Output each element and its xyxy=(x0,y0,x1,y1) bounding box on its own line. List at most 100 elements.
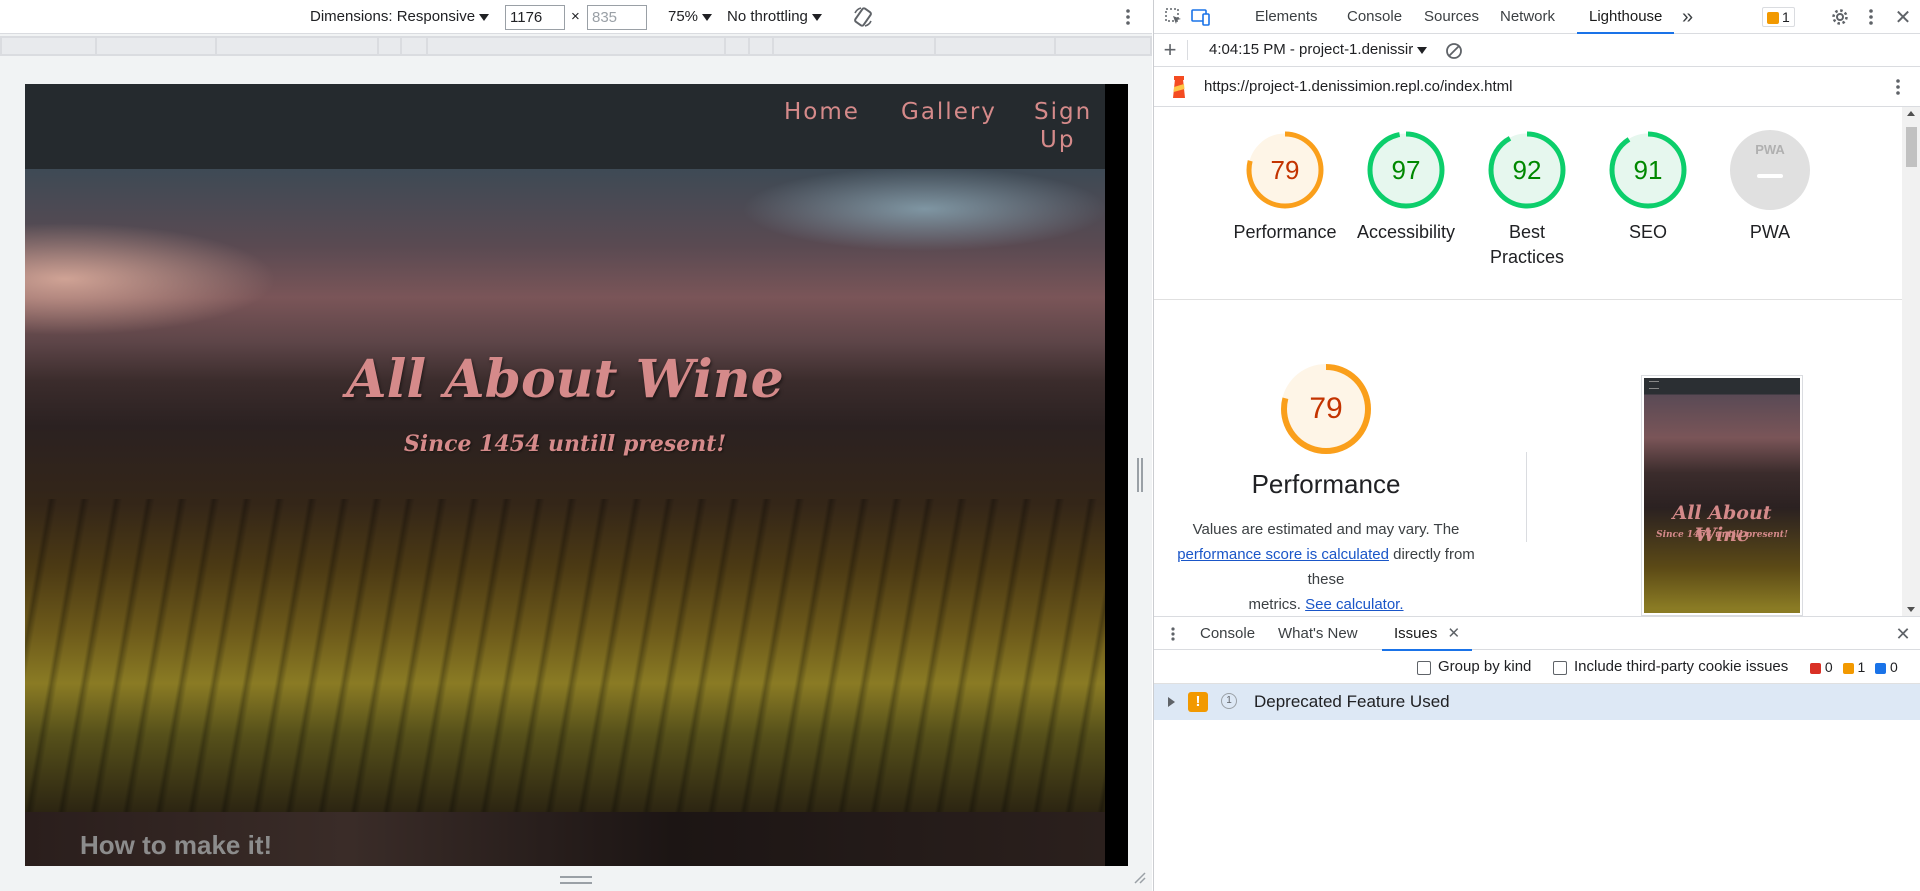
width-input[interactable]: 1176 xyxy=(505,5,565,30)
zoom-dropdown[interactable]: 75% xyxy=(668,0,713,34)
score-label: Best Practices xyxy=(1489,222,1565,267)
perf-text-3: metrics. xyxy=(1248,596,1301,613)
media-query-ruler[interactable] xyxy=(0,36,1152,56)
new-report-plus-icon[interactable]: + xyxy=(1159,37,1181,62)
tab-console[interactable]: Console xyxy=(1347,0,1402,34)
score-label: PWA xyxy=(1749,222,1791,242)
nav-home[interactable]: Home xyxy=(784,98,860,126)
score-value: 91 xyxy=(1633,155,1663,185)
score-value: 97 xyxy=(1391,155,1421,185)
how-to-section: How to make it! xyxy=(25,812,1105,866)
score-gauge-accessibility[interactable]: 97 xyxy=(1366,130,1446,210)
report-scrollbar[interactable] xyxy=(1902,107,1920,616)
report-menu-icon[interactable] xyxy=(1890,75,1906,99)
scroll-up-icon[interactable] xyxy=(1907,111,1915,116)
tab-elements[interactable]: Elements xyxy=(1255,0,1318,34)
ruler-segment[interactable] xyxy=(1056,38,1150,54)
clear-reports-icon[interactable] xyxy=(1443,40,1465,62)
scroll-down-icon[interactable] xyxy=(1907,607,1915,612)
group-by-kind-label: Group by kind xyxy=(1438,658,1532,675)
dimensions-dropdown[interactable]: Dimensions: Responsive xyxy=(310,0,490,34)
performance-gauge-large: 79 xyxy=(1280,363,1372,455)
score-label: Accessibility xyxy=(1356,222,1456,242)
report-selector-label: 4:04:15 PM - project-1.denissir xyxy=(1209,41,1414,58)
group-by-kind-checkbox[interactable] xyxy=(1417,661,1431,675)
report-selector[interactable]: 4:04:15 PM - project-1.denissir xyxy=(1209,34,1428,66)
rotate-icon[interactable] xyxy=(850,4,876,30)
tab-network[interactable]: Network xyxy=(1500,0,1555,34)
ruler-segment[interactable] xyxy=(379,38,400,54)
settings-gear-icon[interactable] xyxy=(1829,6,1851,28)
close-drawer-icon[interactable]: ✕ xyxy=(1892,623,1914,645)
pwa-badge-text: PWA xyxy=(1755,142,1785,157)
expand-arrow-icon[interactable] xyxy=(1168,697,1175,707)
devtools-tabbar: Elements Console Sources Network Lightho… xyxy=(1154,0,1920,34)
issues-toolbar: Group by kind Include third-party cookie… xyxy=(1154,650,1920,684)
ruler-segment[interactable] xyxy=(936,38,1054,54)
inspect-element-icon[interactable] xyxy=(1163,6,1185,28)
tab-sources[interactable]: Sources xyxy=(1424,0,1479,34)
score-gauge-pwa[interactable]: PWA xyxy=(1730,130,1810,210)
issues-badge-count: 1 xyxy=(1782,9,1790,25)
lighthouse-logo-icon xyxy=(1168,75,1190,99)
see-calculator-link[interactable]: See calculator. xyxy=(1305,596,1403,613)
scroll-thumb[interactable] xyxy=(1906,127,1917,167)
issues-badge[interactable]: 1 xyxy=(1762,7,1795,27)
thumbnail-image: All About Wine Since 1454 untill present… xyxy=(1644,378,1800,613)
issue-row-deprecated-feature[interactable]: ! 1 Deprecated Feature Used xyxy=(1154,684,1920,720)
tab-lighthouse[interactable]: Lighthouse xyxy=(1577,0,1675,34)
drawer-tab-issues-label: Issues xyxy=(1394,625,1438,642)
more-options-icon[interactable] xyxy=(1118,4,1138,30)
throttling-dropdown[interactable]: No throttling xyxy=(727,0,822,34)
performance-score-value: 79 xyxy=(1309,392,1343,425)
error-icon xyxy=(1810,662,1821,674)
lighthouse-report: 79 Performance 97 Accessibility 92 Best Practi… xyxy=(1154,107,1902,616)
devtools-panel: Elements Console Sources Network Lightho… xyxy=(1153,0,1920,891)
third-party-checkbox[interactable] xyxy=(1553,661,1567,675)
nav-sign-up-line1[interactable]: Sign xyxy=(1034,98,1092,126)
drawer-menu-icon[interactable] xyxy=(1168,625,1178,643)
ruler-segment[interactable] xyxy=(402,38,426,54)
pwa-dash-icon xyxy=(1757,174,1783,178)
issue-counters[interactable]: 0 1 0 xyxy=(1810,650,1898,684)
section-title: How to make it! xyxy=(80,830,273,860)
score-gauge-performance[interactable]: 79 xyxy=(1245,130,1325,210)
score-label: Performance xyxy=(1233,222,1337,242)
score-gauge-seo[interactable]: 91 xyxy=(1608,130,1688,210)
ruler-segment[interactable] xyxy=(774,38,934,54)
ruler-segment[interactable] xyxy=(750,38,772,54)
report-url[interactable]: https://project-1.denissimion.repl.co/in… xyxy=(1204,67,1512,107)
drawer-tab-console[interactable]: Console xyxy=(1200,617,1255,651)
nav-gallery[interactable]: Gallery xyxy=(901,98,997,126)
drawer-tab-issues[interactable]: Issues ✕ xyxy=(1382,617,1473,651)
third-party-label: Include third-party cookie issues xyxy=(1574,658,1789,675)
ruler-segment[interactable] xyxy=(726,38,748,54)
dropdown-arrow-icon xyxy=(702,13,713,21)
ruler-segment[interactable] xyxy=(2,38,95,54)
emulated-viewport: Home Gallery Sign Up All About Wine Sinc… xyxy=(25,84,1128,866)
device-toolbar: Dimensions: Responsive 1176 × 835 75% No… xyxy=(0,0,1152,34)
drawer-tab-whats-new[interactable]: What's New xyxy=(1278,617,1358,651)
final-screenshot-thumbnail[interactable]: All About Wine Since 1454 untill present… xyxy=(1641,375,1803,616)
close-devtools-icon[interactable]: ✕ xyxy=(1892,6,1914,29)
ruler-segment[interactable] xyxy=(428,38,724,54)
nav-sign-up-line2[interactable]: Up xyxy=(1040,126,1075,154)
throttling-label: No throttling xyxy=(727,8,808,25)
close-tab-icon[interactable]: ✕ xyxy=(1448,625,1461,642)
resize-handle-bottom[interactable] xyxy=(560,876,592,884)
more-tabs-icon[interactable]: » xyxy=(1682,0,1693,34)
ruler-segment[interactable] xyxy=(217,38,377,54)
resize-corner-icon[interactable] xyxy=(1132,870,1146,884)
performance-heading: Performance xyxy=(1251,469,1401,499)
dimensions-label: Dimensions: Responsive xyxy=(310,8,476,25)
ruler-segment[interactable] xyxy=(97,38,215,54)
site-navbar: Home Gallery Sign Up xyxy=(25,84,1105,169)
score-gauge-best[interactable]: 92 xyxy=(1487,130,1567,210)
pane-split-handle[interactable] xyxy=(1137,458,1143,492)
hero-subtitle: Since 1454 untill present! xyxy=(403,431,727,457)
devtools-menu-icon[interactable] xyxy=(1863,6,1879,28)
height-input[interactable]: 835 xyxy=(587,5,647,30)
device-toolbar-icon[interactable] xyxy=(1190,6,1212,28)
score-calculated-link[interactable]: performance score is calculated xyxy=(1177,546,1389,563)
info-count: 0 xyxy=(1890,659,1898,675)
